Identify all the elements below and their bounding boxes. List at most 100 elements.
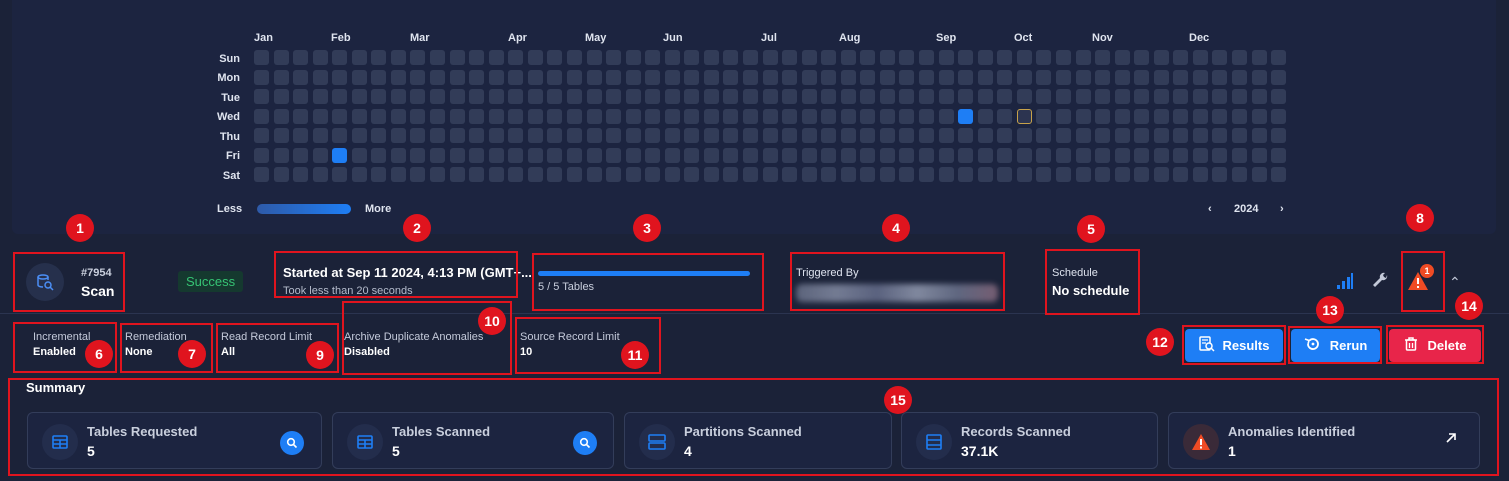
heatmap-day-cell[interactable] <box>528 50 543 65</box>
heatmap-day-cell[interactable] <box>1232 50 1247 65</box>
heatmap-day-cell[interactable] <box>958 148 973 163</box>
heatmap-day-cell[interactable] <box>997 167 1012 182</box>
heatmap-day-cell[interactable] <box>782 128 797 143</box>
heatmap-day-cell[interactable] <box>802 109 817 124</box>
heatmap-day-cell[interactable] <box>1134 89 1149 104</box>
heatmap-day-cell[interactable] <box>430 89 445 104</box>
heatmap-day-cell[interactable] <box>821 128 836 143</box>
heatmap-day-cell[interactable] <box>1036 50 1051 65</box>
heatmap-day-cell[interactable] <box>978 109 993 124</box>
heatmap-day-cell[interactable] <box>391 128 406 143</box>
heatmap-day-cell[interactable] <box>352 128 367 143</box>
heatmap-day-cell[interactable] <box>626 89 641 104</box>
heatmap-day-cell[interactable] <box>723 70 738 85</box>
heatmap-day-cell[interactable] <box>743 148 758 163</box>
heatmap-day-cell[interactable] <box>645 167 660 182</box>
heatmap-day-cell[interactable] <box>802 167 817 182</box>
heatmap-day-cell[interactable] <box>293 109 308 124</box>
heatmap-day-cell[interactable] <box>293 167 308 182</box>
heatmap-day-cell[interactable] <box>763 50 778 65</box>
heatmap-day-cell[interactable] <box>802 148 817 163</box>
heatmap-day-cell[interactable] <box>587 89 602 104</box>
heatmap-day-cell[interactable] <box>665 70 680 85</box>
heatmap-day-cell[interactable] <box>1095 89 1110 104</box>
heatmap-day-cell[interactable] <box>1017 70 1032 85</box>
heatmap-day-cell[interactable] <box>626 148 641 163</box>
heatmap-day-cell[interactable] <box>1173 167 1188 182</box>
heatmap-day-cell[interactable] <box>371 89 386 104</box>
heatmap-day-cell[interactable] <box>782 148 797 163</box>
heatmap-day-cell[interactable] <box>704 89 719 104</box>
heatmap-day-cell[interactable] <box>1232 89 1247 104</box>
heatmap-day-cell[interactable] <box>1154 70 1169 85</box>
heatmap-day-cell[interactable] <box>587 109 602 124</box>
heatmap-day-cell[interactable] <box>254 128 269 143</box>
heatmap-day-cell[interactable] <box>352 148 367 163</box>
heatmap-day-cell[interactable] <box>547 70 562 85</box>
heatmap-day-cell[interactable] <box>430 128 445 143</box>
heatmap-day-cell[interactable] <box>899 167 914 182</box>
heatmap-day-cell[interactable] <box>939 89 954 104</box>
heatmap-day-cell[interactable] <box>1212 89 1227 104</box>
heatmap-day-cell[interactable] <box>743 167 758 182</box>
heatmap-day-cell[interactable] <box>508 128 523 143</box>
heatmap-day-cell[interactable] <box>410 70 425 85</box>
heatmap-day-cell[interactable] <box>1095 50 1110 65</box>
heatmap-day-cell[interactable] <box>371 50 386 65</box>
heatmap-day-cell[interactable] <box>391 167 406 182</box>
heatmap-day-cell[interactable] <box>802 70 817 85</box>
heatmap-day-cell[interactable] <box>254 167 269 182</box>
heatmap-day-cell[interactable] <box>547 89 562 104</box>
heatmap-day-cell[interactable] <box>332 109 347 124</box>
heatmap-day-cell-active[interactable] <box>332 148 347 163</box>
heatmap-day-cell[interactable] <box>332 128 347 143</box>
heatmap-day-cell[interactable] <box>684 109 699 124</box>
heatmap-day-cell[interactable] <box>1232 109 1247 124</box>
heatmap-day-cell[interactable] <box>1232 167 1247 182</box>
heatmap-day-cell[interactable] <box>958 89 973 104</box>
heatmap-day-cell[interactable] <box>899 89 914 104</box>
heatmap-day-cell[interactable] <box>1154 148 1169 163</box>
heatmap-day-cell[interactable] <box>254 50 269 65</box>
heatmap-day-cell[interactable] <box>508 50 523 65</box>
heatmap-day-cell[interactable] <box>939 128 954 143</box>
heatmap-day-cell[interactable] <box>821 50 836 65</box>
heatmap-day-cell[interactable] <box>1056 50 1071 65</box>
heatmap-day-cell[interactable] <box>704 167 719 182</box>
heatmap-day-cell[interactable] <box>293 70 308 85</box>
heatmap-day-cell[interactable] <box>352 109 367 124</box>
heatmap-day-cell[interactable] <box>332 167 347 182</box>
heatmap-day-cell[interactable] <box>626 50 641 65</box>
heatmap-day-cell[interactable] <box>1095 128 1110 143</box>
heatmap-day-cell[interactable] <box>391 89 406 104</box>
heatmap-day-cell[interactable] <box>1173 128 1188 143</box>
heatmap-day-cell[interactable] <box>391 70 406 85</box>
heatmap-day-cell[interactable] <box>723 167 738 182</box>
heatmap-day-cell[interactable] <box>763 128 778 143</box>
heatmap-day-cell[interactable] <box>332 89 347 104</box>
wrench-icon[interactable] <box>1372 272 1390 295</box>
heatmap-day-cell[interactable] <box>958 70 973 85</box>
heatmap-day-cell[interactable] <box>508 70 523 85</box>
heatmap-day-cell[interactable] <box>352 89 367 104</box>
heatmap-day-cell[interactable] <box>723 148 738 163</box>
heatmap-day-cell[interactable] <box>508 109 523 124</box>
heatmap-day-cell[interactable] <box>782 109 797 124</box>
heatmap-day-cell[interactable] <box>665 128 680 143</box>
heatmap-day-cell[interactable] <box>254 109 269 124</box>
heatmap-day-cell[interactable] <box>1232 128 1247 143</box>
heatmap-day-cell[interactable] <box>587 128 602 143</box>
heatmap-day-cell[interactable] <box>587 148 602 163</box>
heatmap-day-cell-active[interactable] <box>958 109 973 124</box>
heatmap-day-cell[interactable] <box>1173 109 1188 124</box>
heatmap-day-cell[interactable] <box>704 128 719 143</box>
heatmap-day-cell[interactable] <box>802 128 817 143</box>
heatmap-day-cell[interactable] <box>1076 148 1091 163</box>
heatmap-day-cell[interactable] <box>567 89 582 104</box>
heatmap-day-cell[interactable] <box>1056 89 1071 104</box>
heatmap-day-cell[interactable] <box>606 89 621 104</box>
heatmap-day-cell[interactable] <box>547 109 562 124</box>
heatmap-day-cell[interactable] <box>469 167 484 182</box>
heatmap-day-cell[interactable] <box>489 50 504 65</box>
heatmap-day-cell[interactable] <box>684 128 699 143</box>
